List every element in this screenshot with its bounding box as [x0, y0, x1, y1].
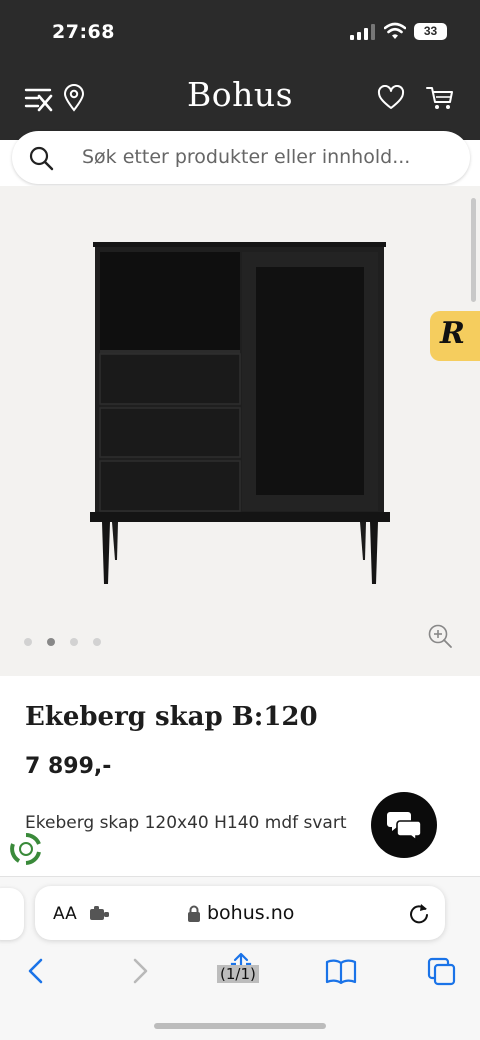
- slide-indicator[interactable]: [24, 638, 101, 646]
- product-title: Ekeberg skap B:120: [25, 702, 318, 732]
- cellular-signal-icon: [350, 24, 375, 40]
- search-icon: [29, 146, 54, 171]
- slide-dot-active[interactable]: [47, 638, 55, 646]
- reviews-badge-letter: R: [440, 316, 465, 351]
- heart-icon[interactable]: [377, 85, 405, 111]
- home-indicator[interactable]: [154, 1023, 326, 1029]
- slide-dot[interactable]: [93, 638, 101, 646]
- previous-tab-peek[interactable]: [0, 888, 24, 940]
- forward-icon[interactable]: [130, 957, 150, 985]
- address-bar[interactable]: AA bohus.no: [35, 886, 445, 940]
- wifi-icon: [384, 22, 406, 39]
- reviews-badge[interactable]: R: [430, 311, 480, 361]
- extension-icon[interactable]: [89, 906, 111, 922]
- page-scrollbar[interactable]: [471, 198, 476, 302]
- status-time: 27:68: [52, 21, 115, 43]
- browser-toolbar: AA bohus.no (1/1): [0, 876, 480, 1040]
- text-size-button[interactable]: AA: [53, 904, 77, 924]
- chat-bubbles-icon: [387, 812, 422, 842]
- cart-icon[interactable]: [425, 84, 455, 112]
- url-text[interactable]: bohus.no: [207, 902, 294, 924]
- slide-dot[interactable]: [24, 638, 32, 646]
- reload-icon[interactable]: [408, 902, 430, 924]
- site-logo[interactable]: Bohus: [0, 75, 480, 114]
- recycle-icon[interactable]: [9, 832, 43, 866]
- site-header: Bohus: [0, 58, 480, 140]
- status-bar: 27:68 33: [0, 0, 480, 58]
- product-price: 7 899,-: [25, 754, 112, 779]
- zoom-in-icon[interactable]: [427, 623, 453, 649]
- product-image: [90, 242, 390, 584]
- back-icon[interactable]: [26, 957, 46, 985]
- lock-icon: [188, 905, 200, 922]
- bookmarks-icon[interactable]: [325, 957, 357, 985]
- battery-icon: 33: [414, 23, 447, 40]
- product-description: Ekeberg skap 120x40 H140 mdf svart: [25, 813, 347, 833]
- search-bar[interactable]: [12, 131, 470, 184]
- tab-count-overlay: (1/1): [217, 965, 259, 983]
- text-size-label: AA: [53, 904, 77, 924]
- search-input[interactable]: [82, 143, 452, 171]
- product-gallery[interactable]: [0, 186, 480, 676]
- slide-dot[interactable]: [70, 638, 78, 646]
- chat-button[interactable]: [371, 792, 437, 858]
- tabs-icon[interactable]: [427, 957, 457, 987]
